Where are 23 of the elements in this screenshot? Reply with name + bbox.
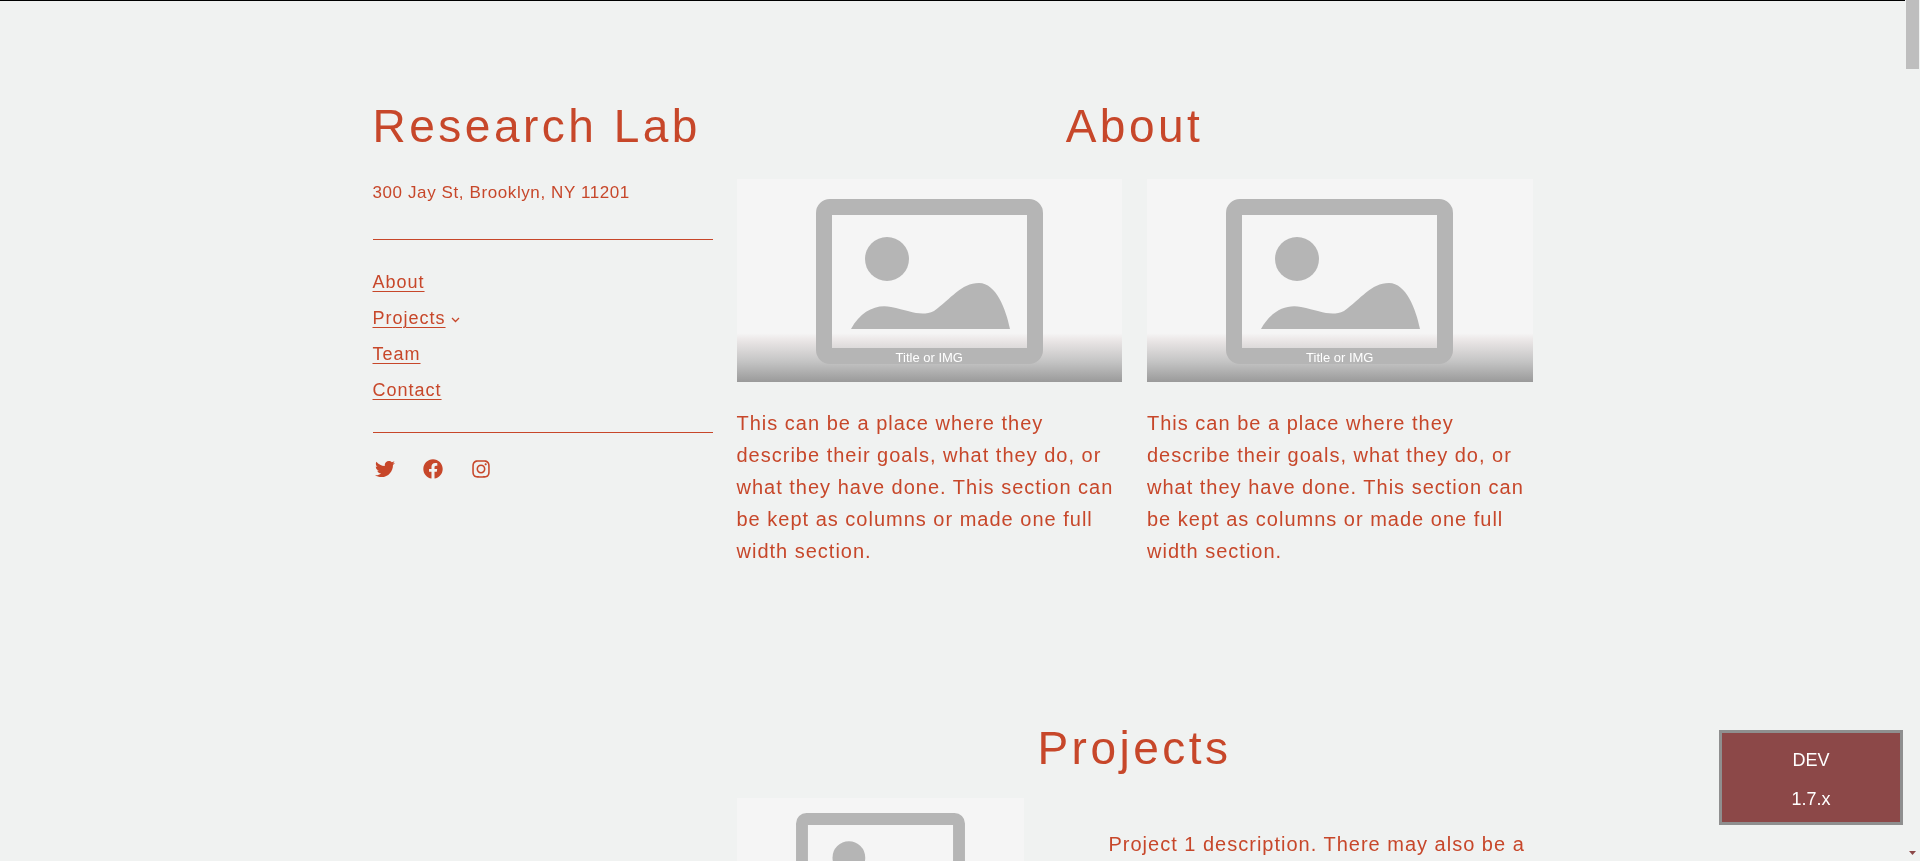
image-icon [795, 813, 965, 861]
nav-link[interactable]: Team [372, 342, 421, 366]
nav-link[interactable]: About [372, 270, 425, 294]
nav-link[interactable]: Contact [372, 378, 442, 402]
about-paragraph: This can be a place where they describe their goals, what they do, or what they have done. This section can be kept as columns or made one full width section. [736, 411, 1115, 564]
camera-icon[interactable] [470, 459, 491, 479]
image-caption: Title or IMG [1305, 350, 1375, 366]
version-label: 1.7.x [1791, 788, 1831, 811]
section-heading: Projects [1037, 721, 1232, 776]
chevron-down-icon[interactable] [450, 316, 460, 323]
scrollbar-thumb[interactable] [1906, 0, 1919, 69]
address-text: 300 Jay St, Brooklyn, NY 11201 [372, 182, 630, 204]
nav-link[interactable]: Projects [372, 306, 446, 330]
image-icon [815, 199, 1043, 364]
about-paragraph: This can be a place where they describe their goals, what they do, or what they have done. This section can be kept as columns or made one full width section. [1147, 411, 1525, 564]
bird-icon[interactable] [374, 459, 395, 479]
project-description: Project 1 description. There may also be a [1108, 832, 1525, 856]
image-caption: Title or IMG [894, 350, 964, 366]
section-heading: About [1065, 99, 1204, 154]
caret-down-icon[interactable] [1909, 851, 1916, 855]
site-title[interactable]: Research Lab [372, 98, 701, 154]
environment-label: DEV [1792, 749, 1830, 772]
image-icon [1226, 199, 1454, 364]
